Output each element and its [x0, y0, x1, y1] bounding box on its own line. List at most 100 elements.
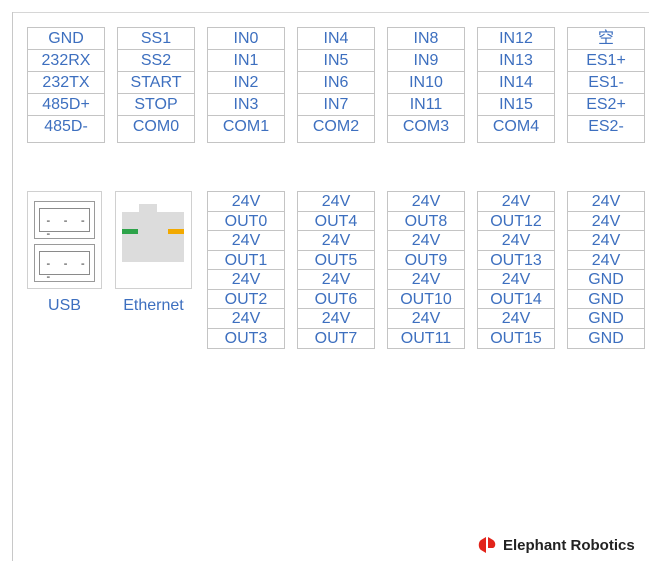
terminal-label: 24V — [208, 270, 284, 290]
terminal-label: IN4 — [298, 28, 374, 50]
terminal-label: COM0 — [132, 118, 180, 135]
ethernet-led-green-icon — [122, 229, 138, 234]
terminal-label: 24V — [388, 192, 464, 212]
terminal-label: OUT6 — [298, 290, 374, 309]
terminal-label: 24V — [208, 309, 284, 329]
terminal-label: 24V — [208, 231, 284, 251]
terminal-label: COM4 — [492, 118, 540, 135]
terminal-label: OUT7 — [314, 329, 358, 347]
terminal-label: IN1 — [208, 50, 284, 72]
terminal-label: COM2 — [312, 118, 360, 135]
terminal-block-serial: GND 232RX 232TX 485D+ 485D- — [27, 27, 105, 143]
terminal-label: 空 — [568, 28, 644, 50]
usb-label: USB — [48, 297, 81, 314]
terminal-label: 232TX — [28, 72, 104, 94]
terminal-label: ES1+ — [568, 50, 644, 72]
terminal-label: 24V — [478, 270, 554, 290]
terminal-label: 24V — [388, 270, 464, 290]
terminal-label: COM1 — [222, 118, 270, 135]
terminal-label: IN8 — [388, 28, 464, 50]
elephant-robotics-logo-icon — [478, 537, 496, 553]
terminal-label: IN3 — [208, 94, 284, 116]
terminal-label: 24V — [298, 192, 374, 212]
terminal-label: 24V — [568, 251, 644, 270]
terminal-block-inputs-0-3: IN0 IN1 IN2 IN3 COM1 — [207, 27, 285, 143]
output-block-12-15: 24V OUT12 24V OUT13 24V OUT14 24V OUT15 — [477, 191, 555, 349]
terminal-label: OUT12 — [478, 212, 554, 231]
terminal-label: GND — [568, 270, 644, 290]
brand-name: Elephant Robotics — [503, 536, 635, 554]
terminal-label: OUT5 — [298, 251, 374, 270]
terminal-label: OUT8 — [388, 212, 464, 231]
terminal-label: OUT3 — [224, 329, 268, 347]
terminal-label: GND — [28, 28, 104, 50]
terminal-label: ES1- — [568, 72, 644, 94]
terminal-label: SS2 — [118, 50, 194, 72]
output-block-4-7: 24V OUT4 24V OUT5 24V OUT6 24V OUT7 — [297, 191, 375, 349]
terminal-label: OUT0 — [208, 212, 284, 231]
terminal-label: IN2 — [208, 72, 284, 94]
terminal-label: START — [118, 72, 194, 94]
terminal-label: OUT2 — [208, 290, 284, 309]
terminal-label: 232RX — [28, 50, 104, 72]
terminal-label: IN5 — [298, 50, 374, 72]
terminal-label: 24V — [388, 231, 464, 251]
frame-top-border — [12, 12, 649, 13]
terminal-label: 24V — [478, 231, 554, 251]
ethernet-label: Ethernet — [123, 297, 184, 314]
terminal-label: IN10 — [388, 72, 464, 94]
terminal-label: OUT13 — [478, 251, 554, 270]
terminal-label: OUT1 — [208, 251, 284, 270]
terminal-label: COM3 — [402, 118, 450, 135]
terminal-label: OUT4 — [298, 212, 374, 231]
terminal-label: 24V — [298, 231, 374, 251]
terminal-label: 485D+ — [28, 94, 104, 116]
terminal-label: IN14 — [478, 72, 554, 94]
terminal-label: 24V — [298, 270, 374, 290]
output-block-8-11: 24V OUT8 24V OUT9 24V OUT10 24V OUT11 — [387, 191, 465, 349]
output-block-0-3: 24V OUT0 24V OUT1 24V OUT2 24V OUT3 — [207, 191, 285, 349]
terminal-label: SS1 — [118, 28, 194, 50]
terminal-label: IN9 — [388, 50, 464, 72]
power-block: 24V 24V 24V 24V GND GND GND GND — [567, 191, 645, 349]
terminal-label: OUT15 — [490, 329, 542, 347]
ethernet-port-housing — [115, 191, 192, 289]
brand-logo: Elephant Robotics — [477, 535, 635, 555]
terminal-label: OUT11 — [400, 329, 452, 347]
ethernet-led-orange-icon — [168, 229, 184, 234]
terminal-label: GND — [568, 309, 644, 329]
terminal-label: 24V — [568, 192, 644, 212]
terminal-block-inputs-8-11: IN8 IN9 IN10 IN11 COM3 — [387, 27, 465, 143]
terminal-block-estop: 空 ES1+ ES1- ES2+ ES2- — [567, 27, 645, 143]
terminal-block-control: SS1 SS2 START STOP COM0 — [117, 27, 195, 143]
terminal-label: IN12 — [478, 28, 554, 50]
terminal-label: 24V — [388, 309, 464, 329]
terminal-label: ES2+ — [568, 94, 644, 116]
terminal-label: IN6 — [298, 72, 374, 94]
terminal-label: IN7 — [298, 94, 374, 116]
terminal-block-inputs-4-7: IN4 IN5 IN6 IN7 COM2 — [297, 27, 375, 143]
terminal-label: 24V — [568, 212, 644, 231]
terminal-label: IN15 — [478, 94, 554, 116]
terminal-block-inputs-12-15: IN12 IN13 IN14 IN15 COM4 — [477, 27, 555, 143]
ethernet-jack-icon — [122, 212, 184, 262]
usb-port-housing: - - - - - - - - — [27, 191, 102, 289]
terminal-label: 485D- — [44, 118, 88, 135]
frame-left-border — [12, 12, 13, 561]
terminal-label: GND — [588, 329, 624, 347]
terminal-label: 24V — [568, 231, 644, 251]
terminal-label: OUT10 — [388, 290, 464, 309]
terminal-label: 24V — [208, 192, 284, 212]
usb-port-upper-icon: - - - - — [34, 201, 95, 240]
terminal-label: 24V — [478, 192, 554, 212]
terminal-label: IN11 — [388, 94, 464, 116]
terminal-label: GND — [568, 290, 644, 309]
terminal-label: OUT14 — [478, 290, 554, 309]
terminal-label: STOP — [118, 94, 194, 116]
terminal-label: 24V — [478, 309, 554, 329]
terminal-label: OUT9 — [388, 251, 464, 270]
terminal-label: ES2- — [588, 118, 624, 135]
usb-port-lower-icon: - - - - — [34, 244, 95, 283]
terminal-label: 24V — [298, 309, 374, 329]
terminal-label: IN0 — [208, 28, 284, 50]
